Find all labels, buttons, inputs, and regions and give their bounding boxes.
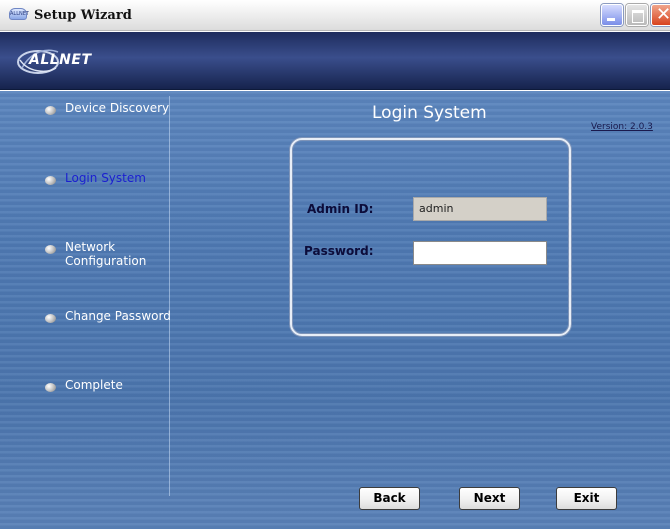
banner: ALLNET — [0, 32, 670, 90]
minimize-button[interactable] — [601, 4, 623, 26]
step-label: Network Configuration — [65, 240, 147, 268]
version-link[interactable]: Version: 2.0.3 — [591, 122, 653, 132]
page-title: Login System — [372, 103, 487, 123]
maximize-button[interactable] — [626, 4, 648, 26]
step-bullet-icon — [45, 314, 56, 323]
close-icon: ✕ — [656, 4, 670, 25]
window-title: Setup Wizard — [34, 8, 132, 23]
exit-button[interactable]: Exit — [556, 487, 617, 510]
step-label: Change Password — [65, 309, 171, 323]
logo-text: ALLNET — [29, 52, 92, 68]
password-label: Password: — [304, 244, 374, 258]
app-icon-text: ALLNET — [10, 11, 29, 17]
step-label: Login System — [65, 171, 146, 185]
admin-id-label: Admin ID: — [307, 202, 374, 216]
step-bullet-icon — [45, 245, 56, 254]
wizard-content: Device Discovery Login System Network Co… — [0, 91, 670, 529]
sidebar-divider — [169, 96, 170, 496]
password-field[interactable] — [413, 241, 547, 265]
step-bullet-icon — [45, 383, 56, 392]
step-bullet-icon — [45, 106, 56, 115]
step-bullet-icon — [45, 176, 56, 185]
setup-wizard-window: ALLNET Setup Wizard ✕ ALLNET Device Disc… — [0, 0, 670, 529]
app-icon: ALLNET — [9, 8, 29, 20]
next-button[interactable]: Next — [459, 487, 520, 510]
close-button[interactable]: ✕ — [651, 4, 670, 26]
back-button[interactable]: Back — [359, 487, 420, 510]
step-label: Device Discovery — [65, 101, 170, 115]
step-label: Complete — [65, 378, 123, 392]
login-panel — [290, 138, 571, 336]
title-bar[interactable]: ALLNET Setup Wizard ✕ — [0, 0, 670, 31]
admin-id-field: admin — [413, 197, 547, 221]
